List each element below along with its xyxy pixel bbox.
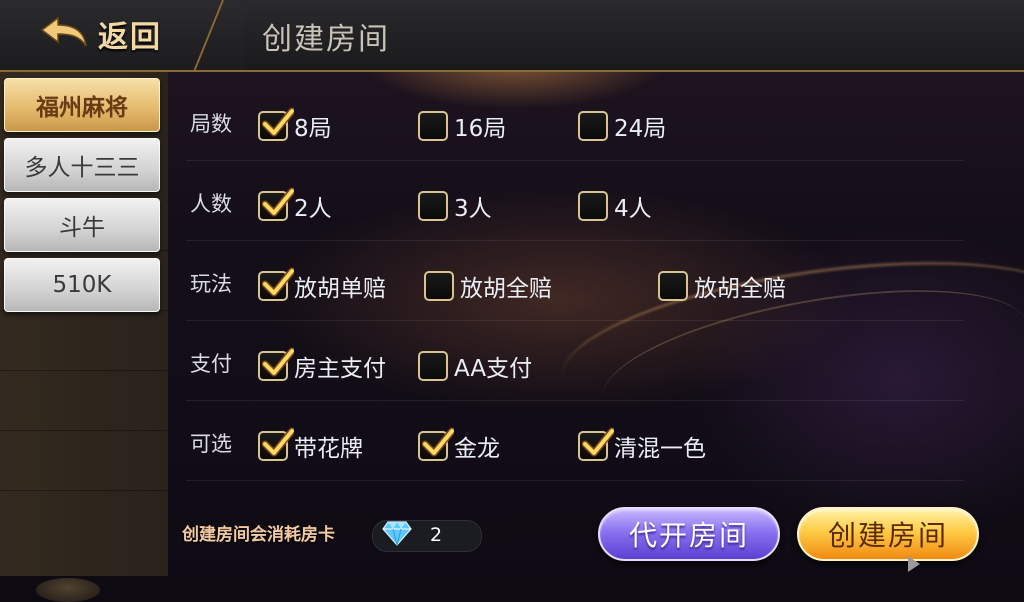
page-title: 创建房间 xyxy=(262,22,390,57)
rounds-label: 局数 xyxy=(190,112,232,136)
option-label: 8局 xyxy=(294,116,332,142)
payment-option-host[interactable]: 房主支付 xyxy=(258,346,386,386)
back-label: 返回 xyxy=(98,20,162,55)
sidebar-divider xyxy=(0,370,168,371)
payment-row: 支付 房主支付 AA支付 xyxy=(186,318,966,398)
option-label: 16局 xyxy=(454,116,507,142)
checkmark-icon xyxy=(262,347,294,377)
option-label: 金龙 xyxy=(454,436,500,462)
players-option-4[interactable]: 4人 xyxy=(578,186,652,226)
extras-row: 可选 带花牌 金龙 清混一色 xyxy=(186,398,966,478)
decorative-coin xyxy=(36,578,100,602)
rules-label: 玩法 xyxy=(190,272,232,296)
option-label: 2人 xyxy=(294,196,332,222)
checkbox[interactable] xyxy=(578,191,608,221)
option-label: 放胡全赔 xyxy=(460,276,552,302)
option-label: AA支付 xyxy=(454,356,533,382)
payment-option-aa[interactable]: AA支付 xyxy=(418,346,532,386)
checkmark-icon xyxy=(422,427,454,457)
extras-option-flush[interactable]: 清混一色 xyxy=(578,426,706,466)
extras-option-golden-dragon[interactable]: 金龙 xyxy=(418,426,500,466)
checkbox[interactable] xyxy=(658,271,688,301)
players-row: 人数 2人 3人 4人 xyxy=(186,158,966,238)
diamond-icon xyxy=(382,521,412,546)
tab-510k[interactable]: 510K xyxy=(4,258,160,312)
checkbox[interactable] xyxy=(578,427,614,461)
option-label: 24局 xyxy=(614,116,667,142)
option-label: 带花牌 xyxy=(294,436,363,462)
payment-label: 支付 xyxy=(190,352,232,376)
checkbox[interactable] xyxy=(578,111,608,141)
players-option-2[interactable]: 2人 xyxy=(258,186,332,226)
checkbox[interactable] xyxy=(258,107,294,141)
back-button[interactable]: 返回 xyxy=(40,14,190,55)
rules-option-single-pay[interactable]: 放胡单赔 xyxy=(258,266,386,306)
back-arrow-icon xyxy=(40,16,87,47)
tab-douniu[interactable]: 斗牛 xyxy=(4,198,160,252)
checkmark-icon xyxy=(582,427,614,457)
checkmark-icon xyxy=(262,427,294,457)
rounds-option-24[interactable]: 24局 xyxy=(578,106,666,146)
checkbox[interactable] xyxy=(258,267,294,301)
checkbox[interactable] xyxy=(418,111,448,141)
rules-row: 玩法 放胡单赔 放胡全赔 放胡全赔 xyxy=(186,238,966,318)
proxy-open-room-button[interactable]: 代开房间 xyxy=(598,507,780,561)
players-label: 人数 xyxy=(190,192,232,216)
checkbox[interactable] xyxy=(418,191,448,221)
rounds-row: 局数 8局 16局 24局 xyxy=(186,78,966,158)
checkbox[interactable] xyxy=(418,351,448,381)
rounds-option-16[interactable]: 16局 xyxy=(418,106,506,146)
option-label: 放胡全赔 xyxy=(694,276,786,302)
sidebar-divider xyxy=(0,490,168,491)
option-label: 清混一色 xyxy=(614,436,706,462)
rounds-option-8[interactable]: 8局 xyxy=(258,106,332,146)
room-card-cost-label: 创建房间会消耗房卡 xyxy=(182,525,335,545)
tab-fuzhou-mahjong[interactable]: 福州麻将 xyxy=(4,78,160,132)
checkbox[interactable] xyxy=(424,271,454,301)
play-arrow-icon xyxy=(908,556,920,572)
option-label: 放胡单赔 xyxy=(294,276,386,302)
checkmark-icon xyxy=(262,107,294,137)
checkbox[interactable] xyxy=(258,187,294,221)
tab-multi-thirteen[interactable]: 多人十三三 xyxy=(4,138,160,192)
extras-option-flower-tiles[interactable]: 带花牌 xyxy=(258,426,363,466)
rules-option-full-pay-2[interactable]: 放胡全赔 xyxy=(658,266,786,306)
checkmark-icon xyxy=(262,267,294,297)
create-room-button[interactable]: 创建房间 xyxy=(797,507,979,561)
checkbox[interactable] xyxy=(258,347,294,381)
row-divider xyxy=(186,480,964,481)
option-label: 房主支付 xyxy=(294,356,386,382)
option-label: 4人 xyxy=(614,196,652,222)
option-label: 3人 xyxy=(454,196,492,222)
extras-label: 可选 xyxy=(190,432,232,456)
room-card-count: 2 xyxy=(430,524,443,546)
checkbox[interactable] xyxy=(418,427,454,461)
checkbox[interactable] xyxy=(258,427,294,461)
players-option-3[interactable]: 3人 xyxy=(418,186,492,226)
rules-option-full-pay[interactable]: 放胡全赔 xyxy=(424,266,552,306)
checkmark-icon xyxy=(262,187,294,217)
sidebar-divider xyxy=(0,430,168,431)
